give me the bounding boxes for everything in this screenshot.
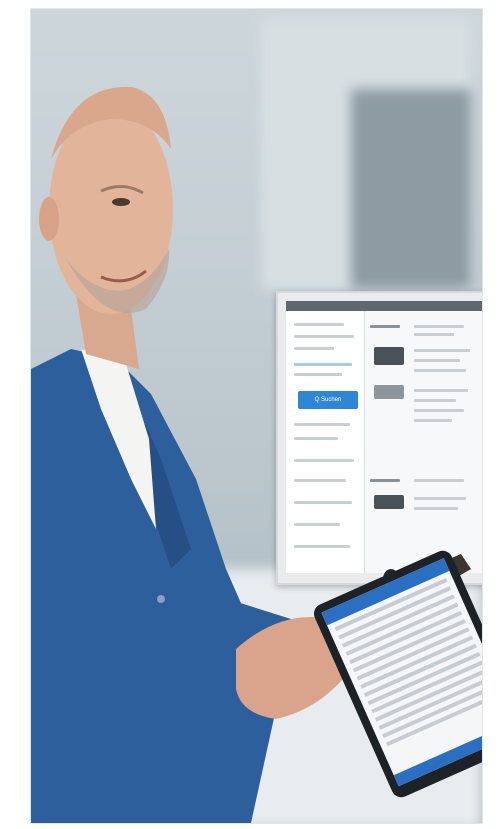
jacket-button (157, 595, 165, 603)
blue-jacket (31, 349, 276, 823)
photo-frame: Q Suchen (30, 8, 483, 824)
